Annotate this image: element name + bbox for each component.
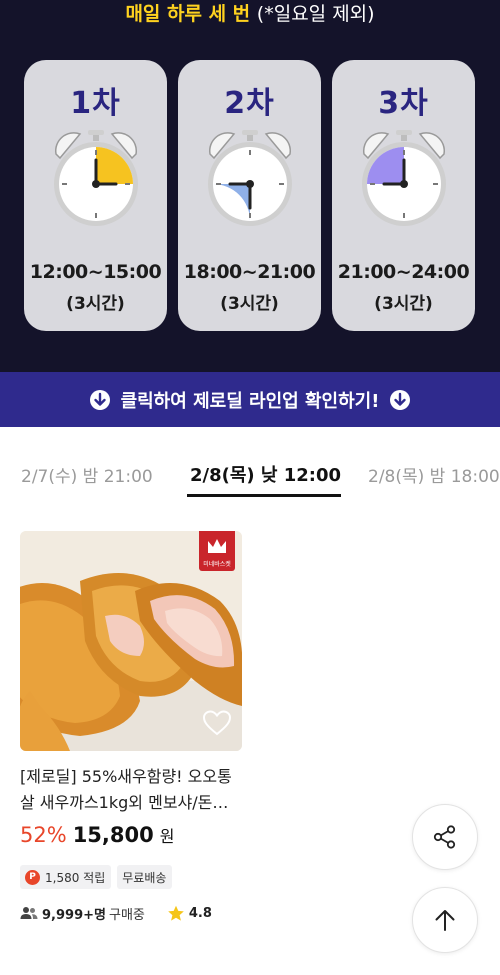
product-title[interactable]: [제로딜] 55%새우함량! 오오통 살 새우까스1kg외 멘보샤/돈… xyxy=(20,764,250,816)
session-duration: (3시간) xyxy=(220,294,279,314)
session-time: 21:00~24:00 xyxy=(337,261,470,283)
banner-title-highlight: 매일 하루 세 번 xyxy=(125,3,251,25)
session-card-3: 3차 21:00~24:00 (3시간) xyxy=(332,60,475,331)
product-badges: P 1,580 적립 무료배송 xyxy=(20,865,173,889)
product-title-line-2: 살 새우까스1kg외 멘보샤/돈… xyxy=(20,793,229,812)
product-stats: 9,999+명 구매중 4.8 xyxy=(20,903,212,923)
arrow-down-circle-icon xyxy=(89,389,110,410)
session-tabs: 2/7(수) 밤 21:00 2/8(목) 낮 12:00 2/8(목) 밤 1… xyxy=(0,427,500,499)
scroll-top-button[interactable] xyxy=(412,887,478,953)
session-round: 3차 xyxy=(378,86,429,121)
buyer-count: 9,999+명 xyxy=(42,907,106,923)
alarm-clock-icon xyxy=(54,130,138,226)
cta-label: 클릭하여 제로딜 라인업 확인하기! xyxy=(120,390,380,412)
points-label: 1,580 적립 xyxy=(45,870,106,885)
buyer-count-suffix: 구매중 xyxy=(108,907,145,923)
users-icon xyxy=(20,907,38,919)
tab-session-next[interactable]: 2/8(목) 밤 18:00 xyxy=(368,462,500,487)
brand-badge: 미네바스켓 xyxy=(199,531,235,571)
product-image[interactable]: 미네바스켓 xyxy=(20,531,242,751)
schedule-banner: 매일 하루 세 번 (*일요일 제외) 1차 12:00~15:00 (3시간)… xyxy=(0,0,500,372)
arrow-down-circle-icon xyxy=(390,389,411,410)
shipping-label: 무료배송 xyxy=(122,870,167,885)
sale-price: 15,800 xyxy=(72,823,154,847)
session-time: 18:00~21:00 xyxy=(183,261,316,283)
active-tab-indicator xyxy=(187,494,341,497)
session-duration: (3시간) xyxy=(66,294,125,314)
alarm-clock-icon xyxy=(208,130,292,226)
session-time: 12:00~15:00 xyxy=(29,261,162,283)
brand-name: 미네바스켓 xyxy=(203,561,231,568)
session-round: 1차 xyxy=(70,86,121,121)
share-icon xyxy=(433,825,456,849)
heart-icon[interactable] xyxy=(202,709,232,737)
shipping-badge: 무료배송 xyxy=(117,865,173,889)
arrow-up-icon xyxy=(435,910,455,931)
tab-session-prev[interactable]: 2/7(수) 밤 21:00 xyxy=(21,462,153,487)
session-card-2: 2차 18:00~21:00 (3시간) xyxy=(178,60,321,331)
discount-rate: 52% xyxy=(20,823,67,847)
alarm-clock-icon xyxy=(362,130,446,226)
banner-title: 매일 하루 세 번 (*일요일 제외) xyxy=(0,0,500,28)
rating-value: 4.8 xyxy=(188,905,212,921)
currency-unit: 원 xyxy=(159,827,175,846)
product-title-line-1: [제로딜] 55%새우함량! 오오통 xyxy=(20,767,232,786)
session-card-1: 1차 12:00~15:00 (3시간) xyxy=(24,60,167,331)
star-icon xyxy=(168,905,184,921)
session-duration: (3시간) xyxy=(374,294,433,314)
product-price: 52% 15,800 원 xyxy=(20,823,174,853)
session-round: 2차 xyxy=(224,86,275,121)
points-badge: P 1,580 적립 xyxy=(20,865,112,889)
banner-title-note: (*일요일 제외) xyxy=(256,3,375,25)
lineup-cta-button[interactable]: 클릭하여 제로딜 라인업 확인하기! xyxy=(0,372,500,427)
tab-session-current[interactable]: 2/8(목) 낮 12:00 xyxy=(190,461,341,487)
share-button[interactable] xyxy=(412,804,478,870)
brand-logo-icon xyxy=(208,539,226,553)
points-icon: P xyxy=(25,869,40,885)
